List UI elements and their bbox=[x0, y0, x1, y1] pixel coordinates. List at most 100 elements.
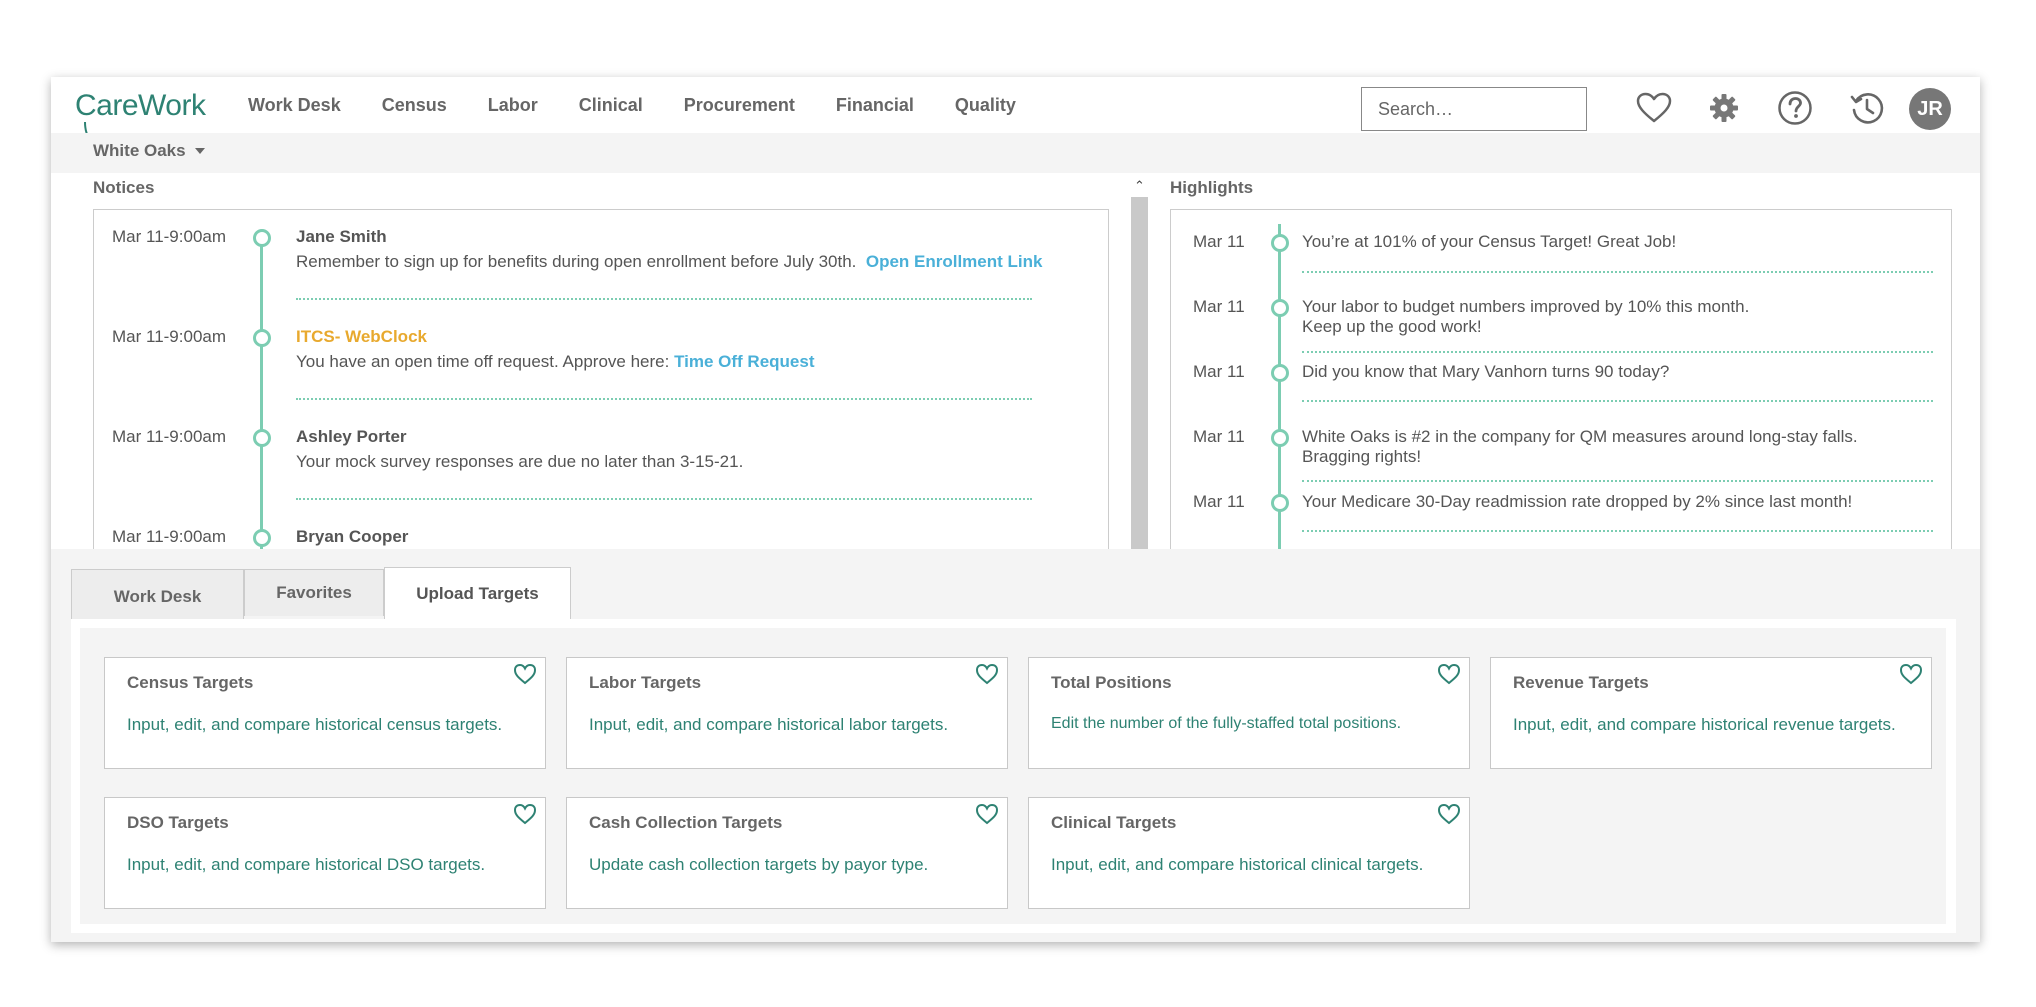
open-enrollment-link[interactable]: Open Enrollment Link bbox=[866, 252, 1043, 271]
card-description: Edit the number of the fully-staffed tot… bbox=[1051, 715, 1402, 732]
bottom-section: Work Desk Favorites Upload Targets Censu… bbox=[51, 549, 1980, 942]
target-cards-grid: Census Targets Input, edit, and compare … bbox=[80, 628, 1946, 924]
highlight-text: White Oaks is #2 in the company for QM m… bbox=[1302, 427, 1858, 466]
notice-body: Remember to sign up for benefits during … bbox=[296, 252, 1042, 272]
card-clinical-targets[interactable]: Clinical Targets Input, edit, and compar… bbox=[1028, 797, 1470, 909]
card-title: Total Positions bbox=[1051, 673, 1172, 692]
card-description: Update cash collection targets by payor … bbox=[589, 855, 929, 874]
card-description: Input, edit, and compare historical clin… bbox=[1051, 855, 1424, 874]
divider bbox=[1302, 271, 1933, 273]
card-description: Input, edit, and compare historical reve… bbox=[1513, 715, 1896, 734]
search-input[interactable] bbox=[1361, 87, 1587, 131]
nav-item-census[interactable]: Census bbox=[382, 95, 447, 116]
tab-upload-targets[interactable]: Upload Targets bbox=[384, 567, 571, 619]
heart-icon[interactable] bbox=[975, 803, 999, 825]
divider bbox=[296, 398, 1032, 400]
card-census-targets[interactable]: Census Targets Input, edit, and compare … bbox=[104, 657, 546, 769]
heart-icon[interactable] bbox=[1437, 803, 1461, 825]
divider bbox=[1302, 400, 1933, 402]
notice-author: Jane Smith bbox=[296, 227, 387, 246]
timeline-dot bbox=[253, 229, 271, 247]
chevron-up-icon[interactable]: ⌃ bbox=[1130, 177, 1149, 195]
notices-scrollbar[interactable]: ⌃ bbox=[1130, 177, 1149, 549]
heart-icon[interactable] bbox=[513, 803, 537, 825]
facility-name: White Oaks bbox=[93, 141, 186, 160]
notice-date: Mar 11-9:00am bbox=[112, 527, 227, 546]
heart-icon[interactable] bbox=[1635, 89, 1673, 127]
app-window: CareWork Work Desk Census Labor Clinical… bbox=[51, 77, 1980, 942]
caret-down-icon bbox=[194, 148, 205, 154]
timeline-dot bbox=[1271, 299, 1289, 317]
nav-item-procurement[interactable]: Procurement bbox=[684, 95, 795, 116]
nav-item-financial[interactable]: Financial bbox=[836, 95, 914, 116]
notices-panel: Mar 11-9:00am Jane Smith Remember to sig… bbox=[93, 209, 1109, 549]
upload-targets-panel: Census Targets Input, edit, and compare … bbox=[71, 619, 1956, 933]
heart-icon[interactable] bbox=[1437, 663, 1461, 685]
nav-item-quality[interactable]: Quality bbox=[955, 95, 1016, 116]
nav-item-work-desk[interactable]: Work Desk bbox=[248, 95, 341, 116]
highlight-text: Your labor to budget numbers improved by… bbox=[1302, 297, 1750, 336]
history-icon[interactable] bbox=[1848, 89, 1886, 127]
tab-work-desk[interactable]: Work Desk bbox=[71, 569, 244, 619]
gear-icon[interactable] bbox=[1705, 89, 1743, 127]
divider bbox=[1302, 351, 1933, 353]
facility-selector[interactable]: White Oaks bbox=[93, 141, 205, 161]
notices-timeline bbox=[260, 233, 263, 549]
notice-body-text: Remember to sign up for benefits during … bbox=[296, 252, 857, 271]
card-title: Revenue Targets bbox=[1513, 673, 1649, 692]
highlight-date: Mar 11 bbox=[1193, 492, 1245, 511]
notice-date: Mar 11-9:00am bbox=[112, 227, 227, 246]
highlight-text: Your Medicare 30-Day readmission rate dr… bbox=[1302, 492, 1853, 511]
highlight-date: Mar 11 bbox=[1193, 427, 1245, 446]
notice-body-text: You have an open time off request. Appro… bbox=[296, 352, 670, 371]
highlights-panel: Mar 11 You’re at 101% of your Census Tar… bbox=[1170, 209, 1952, 549]
highlight-date: Mar 11 bbox=[1193, 362, 1245, 381]
timeline-dot bbox=[253, 529, 271, 547]
card-total-positions[interactable]: Total Positions Edit the number of the f… bbox=[1028, 657, 1470, 769]
notice-body: You have an open time off request. Appro… bbox=[296, 352, 815, 372]
notices-title: Notices bbox=[93, 178, 155, 197]
top-nav: CareWork Work Desk Census Labor Clinical… bbox=[51, 77, 1980, 139]
divider bbox=[296, 298, 1032, 300]
timeline-dot bbox=[253, 429, 271, 447]
card-description: Input, edit, and compare historical DSO … bbox=[127, 855, 486, 874]
card-labor-targets[interactable]: Labor Targets Input, edit, and compare h… bbox=[566, 657, 1008, 769]
card-dso-targets[interactable]: DSO Targets Input, edit, and compare his… bbox=[104, 797, 546, 909]
card-description: Input, edit, and compare historical labo… bbox=[589, 715, 949, 734]
tab-favorites[interactable]: Favorites bbox=[244, 569, 384, 616]
timeline-dot bbox=[253, 329, 271, 347]
divider bbox=[1302, 530, 1933, 532]
highlight-text: Did you know that Mary Vanhorn turns 90 … bbox=[1302, 362, 1670, 381]
avatar[interactable]: JR bbox=[1909, 88, 1951, 130]
timeline-dot bbox=[1271, 429, 1289, 447]
notice-body: Your mock survey responses are due no la… bbox=[296, 452, 744, 471]
nav-item-labor[interactable]: Labor bbox=[488, 95, 538, 116]
card-title: Cash Collection Targets bbox=[589, 813, 783, 832]
time-off-request-link[interactable]: Time Off Request bbox=[674, 352, 814, 371]
card-title: Census Targets bbox=[127, 673, 254, 692]
scroll-thumb[interactable] bbox=[1131, 197, 1148, 549]
help-icon[interactable] bbox=[1776, 89, 1814, 127]
timeline-dot bbox=[1271, 364, 1289, 382]
heart-icon[interactable] bbox=[1899, 663, 1923, 685]
nav-item-clinical[interactable]: Clinical bbox=[579, 95, 643, 116]
card-revenue-targets[interactable]: Revenue Targets Input, edit, and compare… bbox=[1490, 657, 1932, 769]
card-cash-collection-targets[interactable]: Cash Collection Targets Update cash coll… bbox=[566, 797, 1008, 909]
heart-icon[interactable] bbox=[513, 663, 537, 685]
highlight-text: You’re at 101% of your Census Target! Gr… bbox=[1302, 232, 1677, 251]
card-title: DSO Targets bbox=[127, 813, 229, 832]
divider bbox=[1302, 480, 1933, 482]
notice-author: Ashley Porter bbox=[296, 427, 407, 446]
notice-author: Bryan Cooper bbox=[296, 527, 409, 546]
divider bbox=[296, 498, 1032, 500]
notice-date: Mar 11-9:00am bbox=[112, 427, 227, 446]
notice-date: Mar 11-9:00am bbox=[112, 327, 227, 346]
main-nav: Work Desk Census Labor Clinical Procurem… bbox=[248, 77, 1057, 133]
highlight-date: Mar 11 bbox=[1193, 297, 1245, 316]
highlights-title: Highlights bbox=[1170, 178, 1254, 197]
card-title: Labor Targets bbox=[589, 673, 702, 692]
heart-icon[interactable] bbox=[975, 663, 999, 685]
card-title: Clinical Targets bbox=[1051, 813, 1177, 832]
notice-author: ITCS- WebClock bbox=[296, 327, 427, 346]
timeline-dot bbox=[1271, 494, 1289, 512]
